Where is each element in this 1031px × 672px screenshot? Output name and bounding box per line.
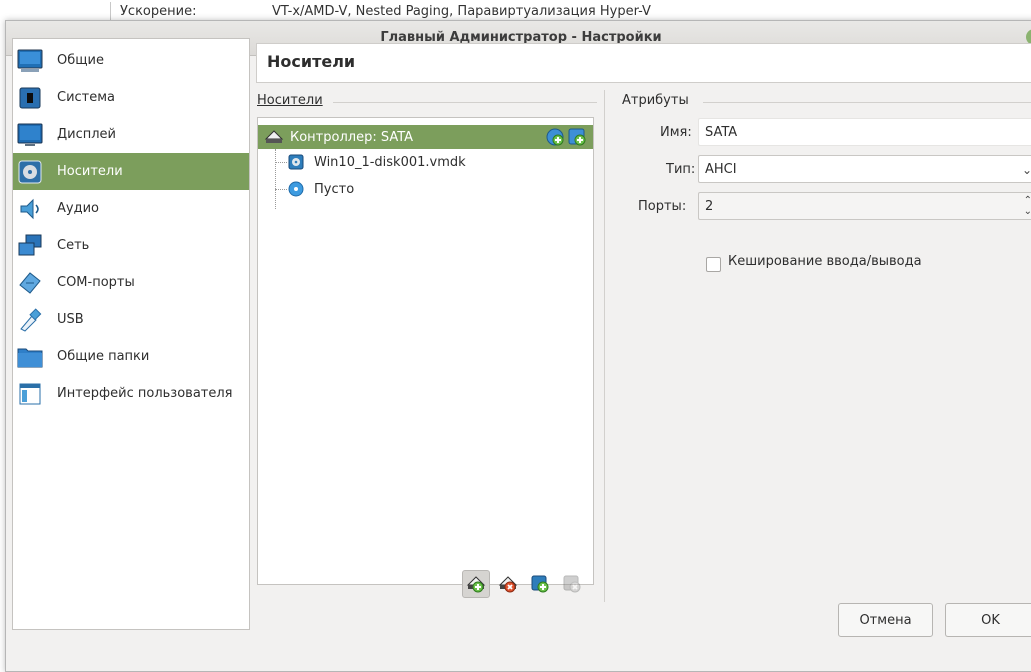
ports-spinbox[interactable]: 2 ⌃ ⌄ bbox=[698, 192, 1031, 220]
background-window-strip: Ускорение: VT-x/AMD-V, Nested Paging, Па… bbox=[0, 0, 1031, 22]
ports-value: 2 bbox=[705, 198, 714, 214]
tree-item-label: Пусто bbox=[314, 181, 355, 197]
sidebar-item-label: Система bbox=[57, 90, 116, 105]
divider bbox=[703, 102, 1031, 103]
ports-label: Порты: bbox=[638, 199, 687, 214]
attributes-label: Атрибуты bbox=[622, 93, 689, 108]
sidebar-item-usb[interactable]: USB bbox=[13, 301, 249, 338]
name-field[interactable]: SATA bbox=[698, 118, 1031, 146]
type-select[interactable]: AHCI ⌄ bbox=[698, 155, 1031, 183]
storage-toolbar bbox=[462, 570, 586, 600]
tree-item-optical-drive[interactable]: Пусто bbox=[258, 177, 593, 201]
controller-icon bbox=[264, 129, 284, 145]
sidebar-item-user-interface[interactable]: Интерфейс пользователя bbox=[13, 375, 249, 412]
sidebar-item-label: Общие папки bbox=[57, 349, 150, 364]
sidebar-item-audio[interactable]: Аудио bbox=[13, 190, 249, 227]
system-icon bbox=[17, 85, 43, 111]
settings-sidebar: Общие Система Дисплей Носители Аудио Сет… bbox=[12, 38, 250, 630]
tree-item-sata-controller[interactable]: Контроллер: SATA bbox=[258, 125, 593, 149]
serial-ports-icon bbox=[17, 270, 43, 296]
shared-folders-icon bbox=[17, 344, 43, 370]
io-cache-checkbox[interactable] bbox=[706, 257, 721, 272]
storage-tree-label: Носители bbox=[257, 93, 323, 108]
sidebar-item-system[interactable]: Система bbox=[13, 79, 249, 116]
storage-icon bbox=[17, 159, 43, 185]
sidebar-item-label: Дисплей bbox=[57, 127, 117, 142]
chevron-down-icon: ⌄ bbox=[1021, 163, 1031, 177]
remove-attachment-icon bbox=[563, 575, 581, 593]
display-icon bbox=[17, 122, 43, 148]
name-label: Имя: bbox=[660, 125, 692, 140]
hard-disk-icon bbox=[288, 154, 304, 170]
network-icon bbox=[17, 233, 43, 259]
sidebar-item-serial-ports[interactable]: COM-порты bbox=[13, 264, 249, 301]
sidebar-item-label: USB bbox=[57, 312, 84, 327]
sidebar-item-label: Интерфейс пользователя bbox=[57, 386, 233, 401]
sidebar-item-general[interactable]: Общие bbox=[13, 42, 249, 79]
divider bbox=[333, 102, 597, 103]
acceleration-label: Ускорение: bbox=[120, 4, 197, 19]
sidebar-item-storage[interactable]: Носители bbox=[13, 153, 249, 190]
usb-icon bbox=[17, 307, 43, 333]
sidebar-item-label: Сеть bbox=[57, 238, 90, 253]
add-controller-button[interactable] bbox=[462, 570, 490, 598]
ok-button[interactable]: OK bbox=[945, 603, 1031, 637]
divider bbox=[110, 2, 111, 22]
io-cache-label[interactable]: Кеширование ввода/вывода bbox=[728, 254, 922, 269]
storage-tree[interactable]: Контроллер: SATA Win10_1-disk001.vmdk Пу… bbox=[257, 117, 594, 585]
remove-attachment-button[interactable] bbox=[558, 570, 586, 598]
name-value: SATA bbox=[705, 124, 738, 140]
sidebar-item-display[interactable]: Дисплей bbox=[13, 116, 249, 153]
sidebar-item-label: COM-порты bbox=[57, 275, 135, 290]
sidebar-item-label: Общие bbox=[57, 53, 104, 68]
add-hard-disk-icon[interactable] bbox=[568, 128, 586, 150]
sidebar-item-label: Аудио bbox=[57, 201, 99, 216]
optical-disc-icon bbox=[288, 181, 304, 197]
sidebar-item-label: Носители bbox=[57, 164, 123, 179]
general-icon bbox=[17, 48, 43, 74]
audio-icon bbox=[17, 196, 43, 222]
cancel-button[interactable]: Отмена bbox=[838, 603, 933, 637]
tree-item-hard-disk[interactable]: Win10_1-disk001.vmdk bbox=[258, 150, 593, 174]
add-attachment-button[interactable] bbox=[526, 570, 554, 598]
remove-controller-icon bbox=[498, 575, 518, 593]
acceleration-value: VT-x/AMD-V, Nested Paging, Паравиртуализ… bbox=[272, 4, 651, 19]
type-label: Тип: bbox=[666, 162, 696, 177]
type-value: AHCI bbox=[705, 161, 737, 177]
tree-item-label: Win10_1-disk001.vmdk bbox=[314, 154, 466, 170]
add-controller-icon bbox=[466, 575, 486, 593]
add-attachment-icon bbox=[531, 575, 549, 593]
spin-arrows-icon[interactable]: ⌃ ⌄ bbox=[1024, 195, 1031, 217]
remove-controller-button[interactable] bbox=[494, 570, 522, 598]
tree-item-label: Контроллер: SATA bbox=[290, 129, 414, 145]
divider bbox=[604, 90, 605, 602]
add-optical-drive-icon[interactable] bbox=[546, 128, 564, 150]
page-header: Носители bbox=[256, 43, 1031, 83]
sidebar-item-shared-folders[interactable]: Общие папки bbox=[13, 338, 249, 375]
page-title: Носители bbox=[267, 52, 356, 71]
user-interface-icon bbox=[17, 381, 43, 407]
sidebar-item-network[interactable]: Сеть bbox=[13, 227, 249, 264]
